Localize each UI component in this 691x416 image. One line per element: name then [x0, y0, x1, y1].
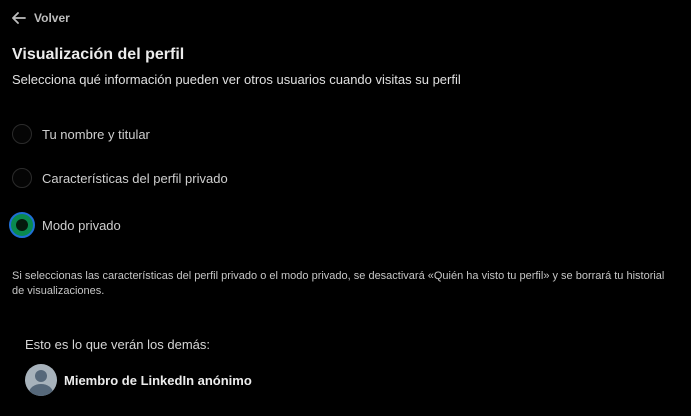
arrow-left-icon [12, 12, 26, 24]
back-label: Volver [34, 11, 70, 25]
anonymous-member-preview: Miembro de LinkedIn anónimo [25, 364, 252, 396]
privacy-notice: Si seleccionas las características del p… [12, 270, 665, 297]
page-subtitle: Selecciona qué información pueden ver ot… [12, 72, 461, 87]
radio-selected-dot [16, 219, 28, 231]
radio-button-private-profile-characteristics[interactable] [12, 168, 32, 188]
preview-heading: Esto es lo que verán los demás: [25, 337, 210, 352]
back-button[interactable]: Volver [12, 11, 70, 25]
profile-viewing-settings-page: Volver Visualización del perfil Seleccio… [0, 0, 691, 416]
radio-button-private-mode[interactable] [9, 212, 35, 238]
page-title: Visualización del perfil [12, 46, 185, 63]
option-private-mode[interactable]: Modo privado [9, 212, 121, 238]
member-name: Miembro de LinkedIn anónimo [64, 372, 252, 388]
option-name-and-headline[interactable]: Tu nombre y titular [12, 124, 150, 144]
option-label: Tu nombre y titular [42, 126, 150, 142]
radio-button-name-and-headline[interactable] [12, 124, 32, 144]
option-label: Modo privado [42, 217, 121, 233]
option-private-profile-characteristics[interactable]: Características del perfil privado [12, 168, 228, 188]
anonymous-avatar-icon [25, 364, 57, 396]
option-label: Características del perfil privado [42, 170, 228, 186]
